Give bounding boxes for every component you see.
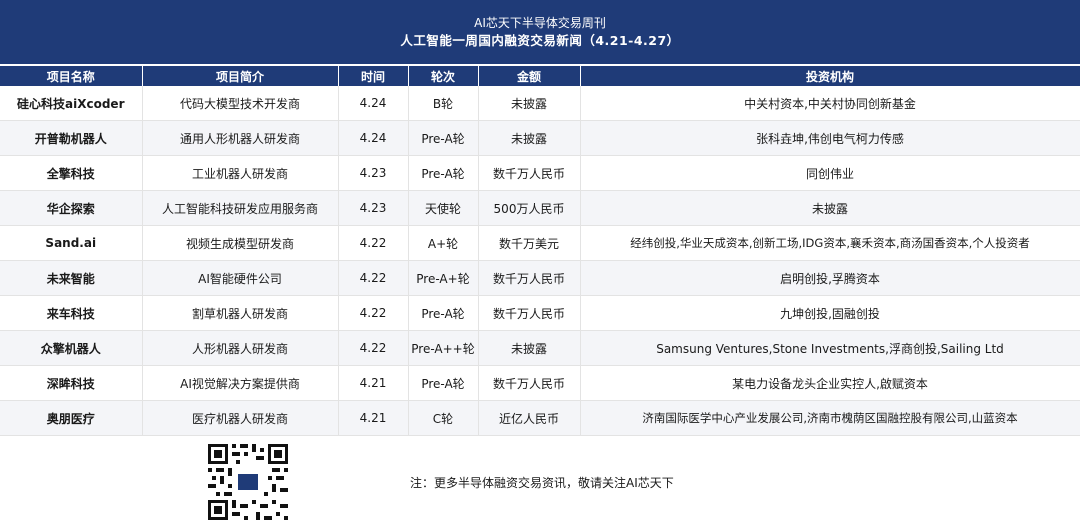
cell-investors: 中关村资本,中关村协同创新基金	[580, 86, 1080, 121]
cell-project-intro: 人形机器人研发商	[142, 330, 339, 366]
cell-date: 4.24	[338, 86, 409, 121]
footer-note: 注：更多半导体融资交易资讯，敬请关注AI芯天下	[410, 476, 674, 490]
cell-investors: 同创伟业	[580, 155, 1080, 191]
cell-project-name: 华企探索	[0, 190, 143, 226]
cell-project-intro: 割草机器人研发商	[142, 295, 339, 331]
cell-investors: Samsung Ventures,Stone Investments,浮商创投,…	[580, 330, 1080, 366]
cell-amount: 500万人民币	[478, 190, 581, 226]
cell-amount: 未披露	[478, 120, 581, 156]
cell-investors: 张科垚坤,伟创电气柯力传感	[580, 120, 1080, 156]
col-header-amount: 金额	[478, 66, 581, 86]
cell-project-intro: 工业机器人研发商	[142, 155, 339, 191]
cell-project-intro: AI视觉解决方案提供商	[142, 365, 339, 401]
cell-project-intro: 医疗机器人研发商	[142, 400, 339, 436]
cell-round: Pre-A轮	[408, 120, 479, 156]
cell-investors: 某电力设备龙头企业实控人,啟赋资本	[580, 365, 1080, 401]
cell-investors: 经纬创投,华业天成资本,创新工场,IDG资本,襄禾资本,商汤国香资本,个人投资者	[580, 225, 1080, 261]
col-header-date: 时间	[338, 66, 409, 86]
cell-date: 4.22	[338, 260, 409, 296]
cell-project-name: 未来智能	[0, 260, 143, 296]
table-row: 来车科技 割草机器人研发商 4.22 Pre-A轮 数千万人民币 九坤创投,固融…	[0, 295, 1080, 331]
cell-project-name: 开普勒机器人	[0, 120, 143, 156]
cell-amount: 数千万美元	[478, 225, 581, 261]
cell-project-intro: 通用人形机器人研发商	[142, 120, 339, 156]
cell-project-intro: 人工智能科技研发应用服务商	[142, 190, 339, 226]
table-row: 奥朋医疗 医疗机器人研发商 4.21 C轮 近亿人民币 济南国际医学中心产业发展…	[0, 400, 1080, 436]
table-row: 开普勒机器人 通用人形机器人研发商 4.24 Pre-A轮 未披露 张科垚坤,伟…	[0, 120, 1080, 156]
cell-amount: 未披露	[478, 330, 581, 366]
qr-code[interactable]	[200, 442, 296, 522]
cell-project-name: 全擎科技	[0, 155, 143, 191]
table-row: 硅心科技aiXcoder 代码大模型技术开发商 4.24 B轮 未披露 中关村资…	[0, 86, 1080, 121]
col-header-project-name: 项目名称	[0, 66, 143, 86]
cell-project-intro: AI智能硬件公司	[142, 260, 339, 296]
cell-investors: 济南国际医学中心产业发展公司,济南市槐荫区国融控股有限公司,山蓝资本	[580, 400, 1080, 436]
cell-amount: 数千万人民币	[478, 365, 581, 401]
cell-amount: 数千万人民币	[478, 260, 581, 296]
cell-date: 4.24	[338, 120, 409, 156]
table-row: 众擎机器人 人形机器人研发商 4.22 Pre-A++轮 未披露 Samsung…	[0, 330, 1080, 366]
cell-round: Pre-A+轮	[408, 260, 479, 296]
cell-project-intro: 代码大模型技术开发商	[142, 86, 339, 121]
cell-date: 4.23	[338, 155, 409, 191]
cell-round: 天使轮	[408, 190, 479, 226]
cell-date: 4.23	[338, 190, 409, 226]
cell-date: 4.22	[338, 225, 409, 261]
cell-investors: 九坤创投,固融创投	[580, 295, 1080, 331]
cell-round: A+轮	[408, 225, 479, 261]
table-header-row: 项目名称 项目简介 时间 轮次 金额 投资机构	[0, 66, 1080, 86]
cell-amount: 未披露	[478, 86, 581, 121]
cell-amount: 近亿人民币	[478, 400, 581, 436]
cell-project-name: 硅心科技aiXcoder	[0, 86, 143, 121]
table-row: Sand.ai 视频生成模型研发商 4.22 A+轮 数千万美元 经纬创投,华业…	[0, 225, 1080, 261]
col-header-round: 轮次	[408, 66, 479, 86]
cell-project-name: 来车科技	[0, 295, 143, 331]
cell-round: Pre-A轮	[408, 295, 479, 331]
table-row: 全擎科技 工业机器人研发商 4.23 Pre-A轮 数千万人民币 同创伟业	[0, 155, 1080, 191]
table-row: 未来智能 AI智能硬件公司 4.22 Pre-A+轮 数千万人民币 启明创投,孚…	[0, 260, 1080, 296]
cell-round: Pre-A轮	[408, 365, 479, 401]
cell-amount: 数千万人民币	[478, 155, 581, 191]
cell-date: 4.22	[338, 330, 409, 366]
cell-round: B轮	[408, 86, 479, 121]
col-header-project-intro: 项目简介	[142, 66, 339, 86]
cell-project-name: 深眸科技	[0, 365, 143, 401]
cell-date: 4.21	[338, 365, 409, 401]
cell-date: 4.21	[338, 400, 409, 436]
cell-round: Pre-A++轮	[408, 330, 479, 366]
qr-code-icon	[200, 442, 296, 522]
cell-project-name: Sand.ai	[0, 225, 143, 261]
cell-project-name: 众擎机器人	[0, 330, 143, 366]
cell-project-name: 奥朋医疗	[0, 400, 143, 436]
table-row: 深眸科技 AI视觉解决方案提供商 4.21 Pre-A轮 数千万人民币 某电力设…	[0, 365, 1080, 401]
cell-date: 4.22	[338, 295, 409, 331]
cell-investors: 启明创投,孚腾资本	[580, 260, 1080, 296]
report-title: AI芯天下半导体交易周刊	[474, 15, 606, 30]
table-body: 硅心科技aiXcoder 代码大模型技术开发商 4.24 B轮 未披露 中关村资…	[0, 86, 1080, 436]
table-row: 华企探索 人工智能科技研发应用服务商 4.23 天使轮 500万人民币 未披露	[0, 190, 1080, 226]
cell-round: Pre-A轮	[408, 155, 479, 191]
cell-project-intro: 视频生成模型研发商	[142, 225, 339, 261]
cell-round: C轮	[408, 400, 479, 436]
col-header-investors: 投资机构	[580, 66, 1080, 86]
cell-amount: 数千万人民币	[478, 295, 581, 331]
cell-investors: 未披露	[580, 190, 1080, 226]
report-subtitle: 人工智能一周国内融资交易新闻（4.21-4.27）	[400, 32, 680, 48]
financing-table: 项目名称 项目简介 时间 轮次 金额 投资机构 硅心科技aiXcoder 代码大…	[0, 66, 1080, 436]
report-banner: AI芯天下半导体交易周刊 人工智能一周国内融资交易新闻（4.21-4.27）	[0, 0, 1080, 64]
